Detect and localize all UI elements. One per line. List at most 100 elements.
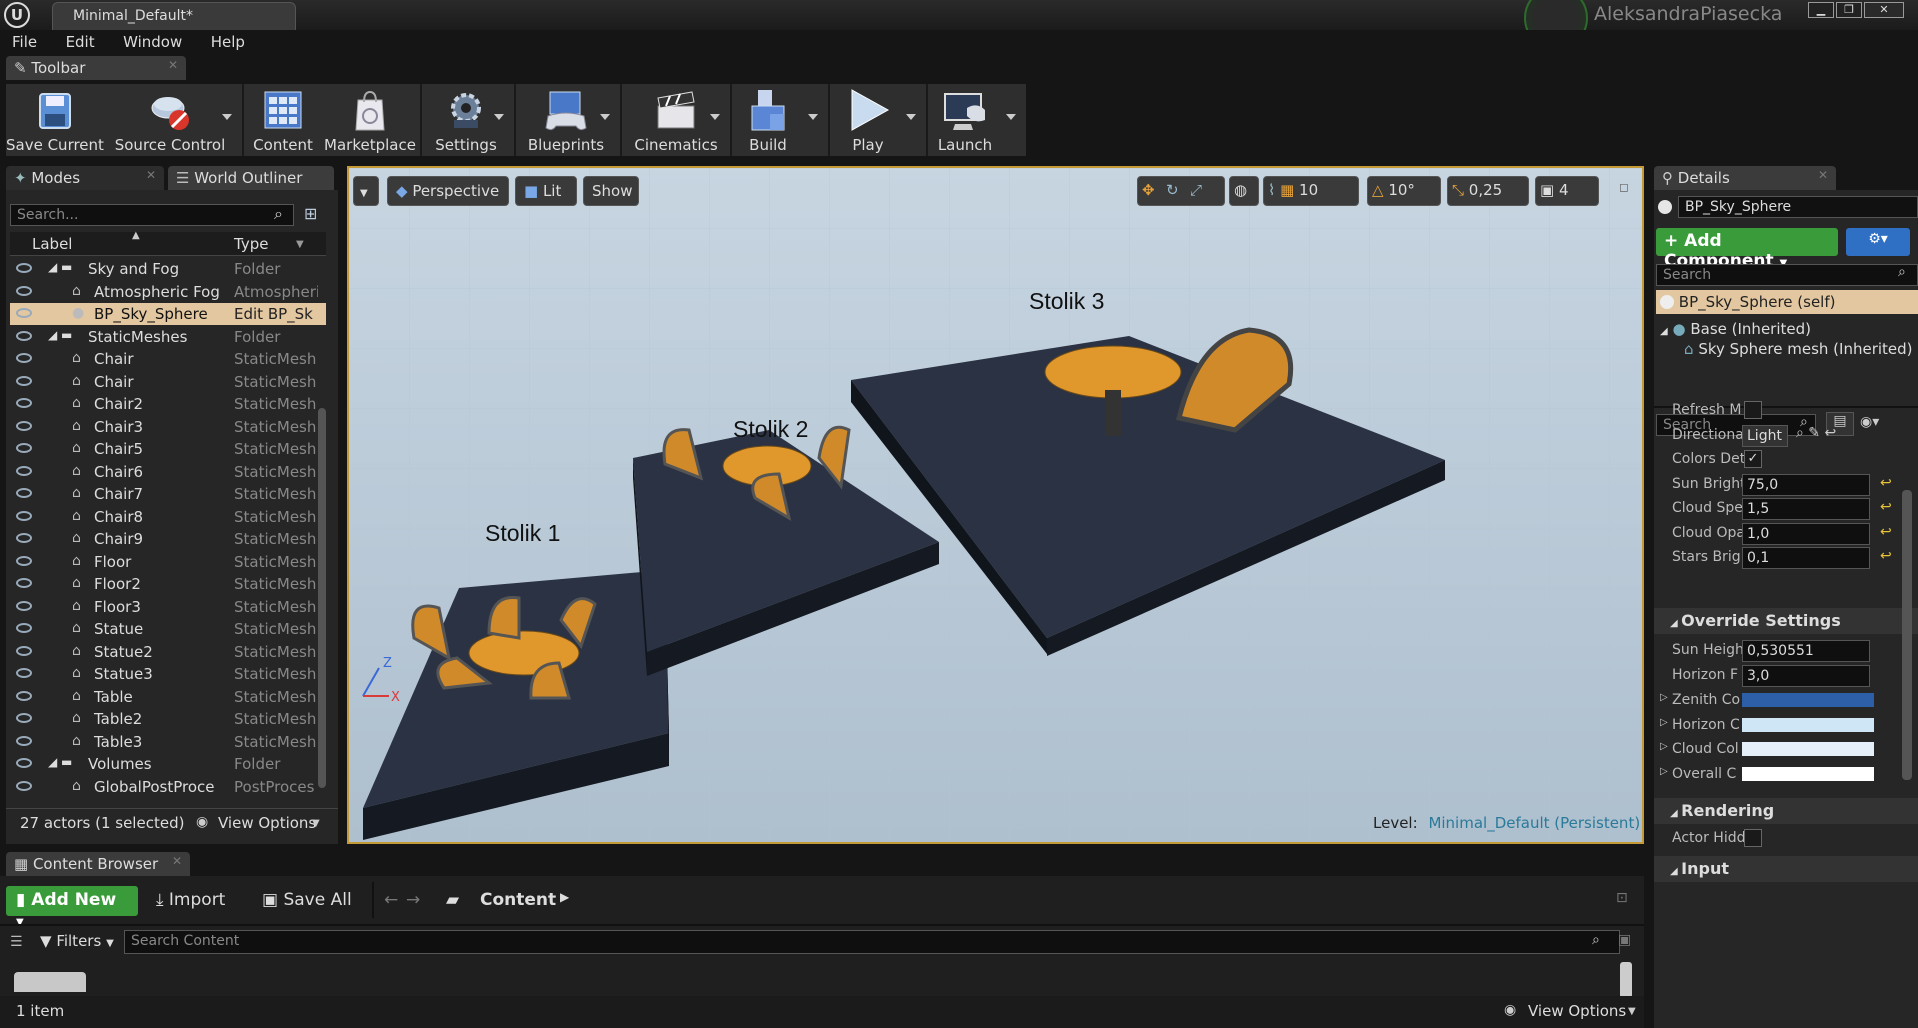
outliner-row[interactable]: ⌂ Floor3 StaticMesh: [10, 596, 326, 618]
lit-button[interactable]: ■ Lit: [515, 176, 577, 206]
content-search-input[interactable]: Search Content: [124, 930, 1620, 954]
cinematics-button[interactable]: Cinematics: [626, 84, 726, 156]
outliner-row[interactable]: ⌂ Chair9 StaticMesh: [10, 528, 326, 550]
outliner-search-input[interactable]: Search...: [10, 204, 294, 226]
outliner-row[interactable]: ◢ ▬ StaticMeshes Folder: [10, 326, 326, 348]
property-number-input[interactable]: 1,5: [1742, 498, 1870, 520]
level-viewport[interactable]: Z X Stolik 1 Stolik 2 Stolik 3 ▼ ◆ Persp…: [347, 166, 1644, 844]
property-number-input[interactable]: 0,1: [1742, 547, 1870, 569]
outliner-row[interactable]: ⌂ Atmospheric Fog Atmospheri: [10, 281, 326, 303]
play-button[interactable]: Play: [834, 84, 902, 156]
visibility-eye-icon[interactable]: [16, 690, 32, 701]
breadcrumb-content[interactable]: Content: [480, 890, 556, 910]
property-checkbox[interactable]: ✓: [1744, 450, 1762, 468]
visibility-eye-icon[interactable]: [16, 443, 32, 453]
visibility-eye-icon[interactable]: [16, 285, 32, 296]
rotate-tool-icon[interactable]: ↻: [1166, 181, 1190, 199]
source-control-button[interactable]: Source Control: [110, 84, 230, 156]
outliner-row[interactable]: ⌂ Chair8 StaticMesh: [10, 506, 326, 528]
level-document-tab[interactable]: Minimal_Default*: [52, 2, 296, 30]
add-component-button[interactable]: + Add Component ▼: [1656, 228, 1838, 271]
tab-content-browser[interactable]: ▦ Content Browser ✕: [6, 852, 190, 876]
expand-arrow-icon[interactable]: ▷: [1660, 692, 1668, 703]
tab-close-icon[interactable]: ✕: [168, 58, 178, 72]
outliner-row[interactable]: ⌂ Table2 StaticMesh: [10, 708, 326, 730]
back-arrow-icon[interactable]: ←: [384, 890, 398, 910]
outliner-row[interactable]: ⌂ Chair7 StaticMesh: [10, 483, 326, 505]
world-local-toggle[interactable]: ◍: [1229, 176, 1259, 206]
maximize-viewport-icon[interactable]: ◻: [1619, 180, 1629, 194]
rendering-section[interactable]: ◢ Rendering: [1654, 798, 1918, 824]
outliner-row[interactable]: ⌂ Chair5 StaticMesh: [10, 438, 326, 460]
outliner-row[interactable]: ⌂ Table3 StaticMesh: [10, 731, 326, 753]
column-type-header[interactable]: Type: [234, 235, 268, 253]
column-dropdown-icon[interactable]: ▼: [296, 239, 304, 250]
content-folder-item[interactable]: [14, 972, 86, 992]
launch-dropdown-icon[interactable]: [1006, 114, 1016, 120]
visibility-eye-icon[interactable]: [16, 780, 32, 791]
reset-to-default-icon[interactable]: ↩: [1880, 499, 1892, 515]
visibility-eye-icon[interactable]: [16, 623, 32, 633]
outliner-row[interactable]: ⌂ Floor StaticMesh: [10, 551, 326, 573]
actor-name-field[interactable]: BP_Sky_Sphere: [1678, 196, 1918, 218]
launch-button[interactable]: Launch: [932, 84, 998, 156]
play-dropdown-icon[interactable]: [906, 114, 916, 120]
content-view-options-button[interactable]: View Options: [1528, 1002, 1626, 1020]
expand-arrow-icon[interactable]: ▷: [1660, 766, 1668, 777]
maximize-button[interactable]: ❐: [1836, 2, 1862, 18]
visibility-eye-icon[interactable]: [16, 263, 32, 273]
property-checkbox[interactable]: [1744, 401, 1762, 419]
color-swatch[interactable]: [1742, 717, 1874, 732]
outliner-row[interactable]: ⌂ Chair StaticMesh: [10, 348, 326, 370]
perspective-button[interactable]: ◆ Perspective: [387, 176, 509, 206]
outliner-row[interactable]: ⌂ Table StaticMesh: [10, 686, 326, 708]
content-button[interactable]: Content: [248, 84, 318, 156]
tab-close-icon[interactable]: ✕: [1818, 168, 1828, 182]
base-component-item[interactable]: ◢ ● Base (Inherited): [1660, 320, 1811, 338]
visibility-eye-icon[interactable]: [16, 308, 32, 318]
scale-tool-icon[interactable]: ⤢: [1190, 181, 1214, 199]
lock-icon[interactable]: ⊡: [1616, 890, 1628, 906]
tab-modes[interactable]: ✦ Modes ✕: [6, 166, 164, 190]
visibility-eye-icon[interactable]: [16, 488, 32, 498]
input-section[interactable]: ◢ Input: [1654, 856, 1918, 882]
filters-button[interactable]: ▼ Filters ▼: [40, 932, 114, 950]
grid-snap-value[interactable]: 10: [1299, 181, 1318, 199]
property-number-input[interactable]: 0,530551: [1742, 640, 1870, 662]
expand-arrow-icon[interactable]: ▷: [1660, 717, 1668, 728]
tab-world-outliner[interactable]: ☰ World Outliner: [168, 166, 334, 190]
scale-snap-value[interactable]: 0,25: [1469, 181, 1502, 199]
property-actions-icon[interactable]: ⌕ ✎ ↩: [1796, 425, 1836, 441]
color-swatch[interactable]: [1742, 693, 1874, 707]
outliner-row[interactable]: ⌂ GlobalPostProce PostProces: [10, 776, 326, 798]
outliner-view-options-button[interactable]: View Options: [218, 814, 316, 832]
minimize-button[interactable]: ▁: [1808, 2, 1834, 18]
reset-to-default-icon[interactable]: ↩: [1880, 475, 1892, 491]
menu-window[interactable]: Window: [111, 30, 194, 51]
marketplace-button[interactable]: Marketplace: [322, 84, 418, 156]
visibility-eye-icon[interactable]: [16, 330, 32, 341]
blueprints-dropdown-icon[interactable]: [600, 114, 610, 120]
tab-close-icon[interactable]: ✕: [146, 168, 156, 182]
surface-snap-icon[interactable]: ⌇: [1268, 181, 1280, 199]
translate-tool-icon[interactable]: ✥: [1142, 181, 1166, 199]
override-settings-section[interactable]: ◢ Override Settings: [1654, 608, 1918, 634]
actor-hidden-checkbox[interactable]: [1744, 829, 1762, 847]
visibility-eye-icon[interactable]: [16, 533, 32, 543]
rotation-snap-icon[interactable]: △: [1372, 181, 1388, 199]
outliner-row[interactable]: ◢ ▬ Sky and Fog Folder: [10, 258, 326, 280]
reset-to-default-icon[interactable]: ↩: [1880, 548, 1892, 564]
color-swatch[interactable]: [1742, 766, 1874, 781]
tab-details[interactable]: ⚲ Details ✕: [1654, 166, 1836, 190]
reset-to-default-icon[interactable]: ↩: [1880, 524, 1892, 540]
scale-snap-icon[interactable]: ⤡: [1452, 181, 1469, 199]
rotation-snap-value[interactable]: 10°: [1388, 181, 1415, 199]
outliner-row[interactable]: ⌂ Statue StaticMesh: [10, 618, 326, 640]
components-search-input[interactable]: Search: [1656, 264, 1918, 286]
visibility-eye-icon[interactable]: [16, 398, 32, 408]
outliner-row[interactable]: ⌂ Floor2 StaticMesh: [10, 573, 326, 595]
save-current-button[interactable]: Save Current: [6, 84, 104, 156]
build-button[interactable]: Build: [736, 84, 800, 156]
property-number-input[interactable]: 75,0: [1742, 473, 1870, 496]
grid-snap-icon[interactable]: ▦: [1280, 181, 1299, 199]
